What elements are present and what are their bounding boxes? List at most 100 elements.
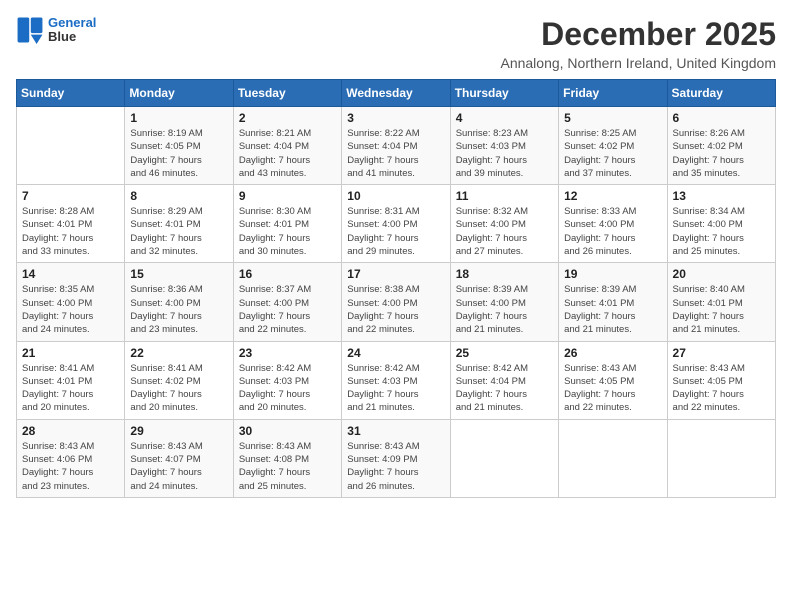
calendar-cell: 5 Sunrise: 8:25 AMSunset: 4:02 PMDaylight… bbox=[559, 107, 667, 185]
title-section: December 2025 Annalong, Northern Ireland… bbox=[500, 16, 776, 71]
day-info: Sunrise: 8:41 AMSunset: 4:02 PMDaylight:… bbox=[130, 362, 227, 415]
calendar-cell: 18Sunrise: 8:39 AMSunset: 4:00 PMDayligh… bbox=[450, 263, 558, 341]
day-number: 5 bbox=[564, 111, 661, 125]
day-number: 23 bbox=[239, 346, 336, 360]
day-number: 31 bbox=[347, 424, 444, 438]
day-number: 15 bbox=[130, 267, 227, 281]
header-cell-thursday: Thursday bbox=[450, 80, 558, 107]
logo-text: General Blue bbox=[48, 16, 96, 45]
location-subtitle: Annalong, Northern Ireland, United Kingd… bbox=[500, 55, 776, 71]
day-info: Sunrise: 8:40 AMSunset: 4:01 PMDaylight:… bbox=[673, 283, 770, 336]
calendar-cell: 19 Sunrise: 8:39 AMSunset: 4:01 PMDayligh… bbox=[559, 263, 667, 341]
calendar-cell: 9 Sunrise: 8:30 AMSunset: 4:01 PMDaylight… bbox=[233, 185, 341, 263]
day-info: Sunrise: 8:37 AMSunset: 4:00 PMDaylight:… bbox=[239, 283, 336, 336]
day-number: 28 bbox=[22, 424, 119, 438]
calendar-cell: 13 Sunrise: 8:34 AMSunset: 4:00 PMDayligh… bbox=[667, 185, 775, 263]
day-info: Sunrise: 8:39 AMSunset: 4:01 PMDaylight:… bbox=[564, 283, 661, 336]
header-cell-monday: Monday bbox=[125, 80, 233, 107]
day-number: 10 bbox=[347, 189, 444, 203]
calendar-cell bbox=[559, 419, 667, 497]
calendar-cell: 11Sunrise: 8:32 AMSunset: 4:00 PMDayligh… bbox=[450, 185, 558, 263]
day-number: 14 bbox=[22, 267, 119, 281]
header-row: SundayMondayTuesdayWednesdayThursdayFrid… bbox=[17, 80, 776, 107]
day-info: Sunrise: 8:43 AMSunset: 4:08 PMDaylight:… bbox=[239, 440, 336, 493]
calendar-cell: 1Sunrise: 8:19 AMSunset: 4:05 PMDaylight… bbox=[125, 107, 233, 185]
calendar-header: SundayMondayTuesdayWednesdayThursdayFrid… bbox=[17, 80, 776, 107]
day-info: Sunrise: 8:36 AMSunset: 4:00 PMDaylight:… bbox=[130, 283, 227, 336]
calendar-cell: 24 Sunrise: 8:42 AMSunset: 4:03 PMDayligh… bbox=[342, 341, 450, 419]
header-cell-tuesday: Tuesday bbox=[233, 80, 341, 107]
calendar-week-2: 7Sunrise: 8:28 AMSunset: 4:01 PMDaylight… bbox=[17, 185, 776, 263]
day-number: 25 bbox=[456, 346, 553, 360]
day-info: Sunrise: 8:43 AMSunset: 4:09 PMDaylight:… bbox=[347, 440, 444, 493]
calendar-week-5: 28Sunrise: 8:43 AMSunset: 4:06 PMDayligh… bbox=[17, 419, 776, 497]
calendar-cell: 23 Sunrise: 8:42 AMSunset: 4:03 PMDayligh… bbox=[233, 341, 341, 419]
calendar-cell: 4 Sunrise: 8:23 AMSunset: 4:03 PMDaylight… bbox=[450, 107, 558, 185]
calendar-cell: 2 Sunrise: 8:21 AMSunset: 4:04 PMDaylight… bbox=[233, 107, 341, 185]
calendar-cell bbox=[667, 419, 775, 497]
calendar-cell: 25 Sunrise: 8:42 AMSunset: 4:04 PMDayligh… bbox=[450, 341, 558, 419]
month-title: December 2025 bbox=[500, 16, 776, 53]
day-number: 21 bbox=[22, 346, 119, 360]
day-info: Sunrise: 8:43 AMSunset: 4:05 PMDaylight:… bbox=[564, 362, 661, 415]
logo-line2: Blue bbox=[48, 30, 96, 44]
day-info: Sunrise: 8:29 AMSunset: 4:01 PMDaylight:… bbox=[130, 205, 227, 258]
logo: General Blue bbox=[16, 16, 96, 45]
calendar-cell bbox=[17, 107, 125, 185]
day-info: Sunrise: 8:21 AMSunset: 4:04 PMDaylight:… bbox=[239, 127, 336, 180]
calendar-cell: 22 Sunrise: 8:41 AMSunset: 4:02 PMDayligh… bbox=[125, 341, 233, 419]
calendar-cell: 28Sunrise: 8:43 AMSunset: 4:06 PMDayligh… bbox=[17, 419, 125, 497]
header-cell-friday: Friday bbox=[559, 80, 667, 107]
header-cell-sunday: Sunday bbox=[17, 80, 125, 107]
calendar-cell: 14 Sunrise: 8:35 AMSunset: 4:00 PMDayligh… bbox=[17, 263, 125, 341]
day-number: 16 bbox=[239, 267, 336, 281]
day-info: Sunrise: 8:35 AMSunset: 4:00 PMDaylight:… bbox=[22, 283, 119, 336]
day-info: Sunrise: 8:19 AMSunset: 4:05 PMDaylight:… bbox=[130, 127, 227, 180]
day-number: 4 bbox=[456, 111, 553, 125]
day-number: 18 bbox=[456, 267, 553, 281]
header-cell-wednesday: Wednesday bbox=[342, 80, 450, 107]
day-number: 27 bbox=[673, 346, 770, 360]
logo-icon bbox=[16, 16, 44, 44]
calendar-cell: 12Sunrise: 8:33 AMSunset: 4:00 PMDayligh… bbox=[559, 185, 667, 263]
day-number: 2 bbox=[239, 111, 336, 125]
day-number: 12 bbox=[564, 189, 661, 203]
calendar-cell: 27Sunrise: 8:43 AMSunset: 4:05 PMDayligh… bbox=[667, 341, 775, 419]
day-number: 6 bbox=[673, 111, 770, 125]
day-number: 30 bbox=[239, 424, 336, 438]
day-info: Sunrise: 8:42 AMSunset: 4:04 PMDaylight:… bbox=[456, 362, 553, 415]
calendar-cell: 31 Sunrise: 8:43 AMSunset: 4:09 PMDayligh… bbox=[342, 419, 450, 497]
day-info: Sunrise: 8:25 AMSunset: 4:02 PMDaylight:… bbox=[564, 127, 661, 180]
calendar-body: 1Sunrise: 8:19 AMSunset: 4:05 PMDaylight… bbox=[17, 107, 776, 498]
day-number: 9 bbox=[239, 189, 336, 203]
day-number: 24 bbox=[347, 346, 444, 360]
calendar-cell: 6Sunrise: 8:26 AMSunset: 4:02 PMDaylight… bbox=[667, 107, 775, 185]
day-info: Sunrise: 8:30 AMSunset: 4:01 PMDaylight:… bbox=[239, 205, 336, 258]
day-info: Sunrise: 8:41 AMSunset: 4:01 PMDaylight:… bbox=[22, 362, 119, 415]
calendar-cell: 30 Sunrise: 8:43 AMSunset: 4:08 PMDayligh… bbox=[233, 419, 341, 497]
day-info: Sunrise: 8:43 AMSunset: 4:07 PMDaylight:… bbox=[130, 440, 227, 493]
calendar-cell: 7Sunrise: 8:28 AMSunset: 4:01 PMDaylight… bbox=[17, 185, 125, 263]
day-info: Sunrise: 8:34 AMSunset: 4:00 PMDaylight:… bbox=[673, 205, 770, 258]
day-info: Sunrise: 8:38 AMSunset: 4:00 PMDaylight:… bbox=[347, 283, 444, 336]
day-number: 13 bbox=[673, 189, 770, 203]
calendar-week-3: 14 Sunrise: 8:35 AMSunset: 4:00 PMDayligh… bbox=[17, 263, 776, 341]
day-number: 22 bbox=[130, 346, 227, 360]
day-info: Sunrise: 8:28 AMSunset: 4:01 PMDaylight:… bbox=[22, 205, 119, 258]
day-info: Sunrise: 8:23 AMSunset: 4:03 PMDaylight:… bbox=[456, 127, 553, 180]
calendar-table: SundayMondayTuesdayWednesdayThursdayFrid… bbox=[16, 79, 776, 498]
calendar-week-4: 21 Sunrise: 8:41 AMSunset: 4:01 PMDayligh… bbox=[17, 341, 776, 419]
calendar-cell: 21 Sunrise: 8:41 AMSunset: 4:01 PMDayligh… bbox=[17, 341, 125, 419]
day-info: Sunrise: 8:42 AMSunset: 4:03 PMDaylight:… bbox=[347, 362, 444, 415]
day-number: 17 bbox=[347, 267, 444, 281]
calendar-cell: 17 Sunrise: 8:38 AMSunset: 4:00 PMDayligh… bbox=[342, 263, 450, 341]
day-number: 19 bbox=[564, 267, 661, 281]
calendar-cell: 3Sunrise: 8:22 AMSunset: 4:04 PMDaylight… bbox=[342, 107, 450, 185]
day-number: 8 bbox=[130, 189, 227, 203]
calendar-cell bbox=[450, 419, 558, 497]
calendar-cell: 20Sunrise: 8:40 AMSunset: 4:01 PMDayligh… bbox=[667, 263, 775, 341]
header-cell-saturday: Saturday bbox=[667, 80, 775, 107]
day-info: Sunrise: 8:42 AMSunset: 4:03 PMDaylight:… bbox=[239, 362, 336, 415]
day-number: 26 bbox=[564, 346, 661, 360]
page-header: General Blue December 2025 Annalong, Nor… bbox=[16, 16, 776, 71]
